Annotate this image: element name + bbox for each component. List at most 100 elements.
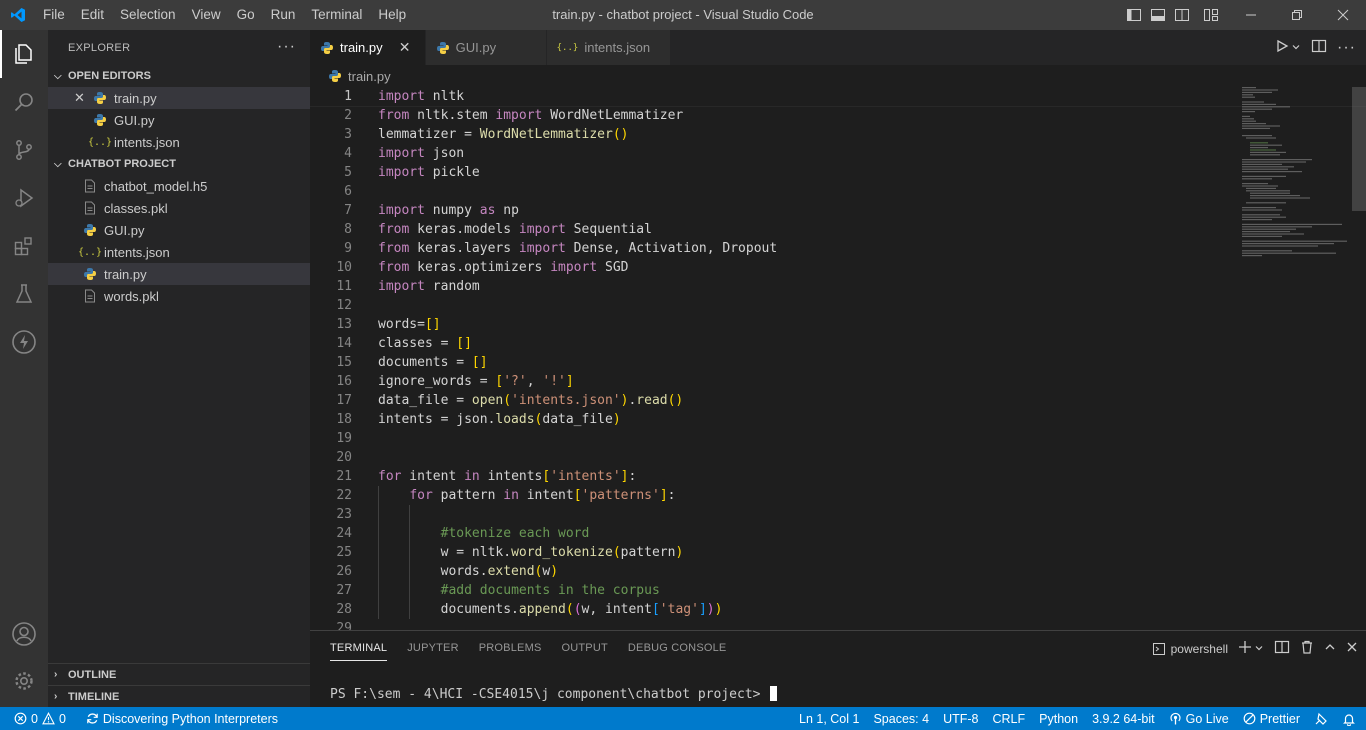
minimap[interactable] bbox=[1242, 87, 1352, 287]
file-item-intents[interactable]: {..} intents.json bbox=[48, 241, 310, 263]
chevron-down-icon[interactable] bbox=[1291, 40, 1301, 55]
code-editor[interactable]: 1 import nltk 2 from nltk.stem import Word… bbox=[310, 87, 1366, 630]
file-item-classes[interactable]: classes.pkl bbox=[48, 197, 310, 219]
file-name: words.pkl bbox=[104, 288, 159, 304]
explorer-icon[interactable] bbox=[0, 30, 48, 78]
tab-terminal[interactable]: TERMINAL bbox=[320, 631, 397, 666]
menu-run[interactable]: Run bbox=[263, 0, 304, 30]
file-item-train[interactable]: train.py bbox=[48, 263, 310, 285]
code-line: 28 documents.append((w, intent['tag'])) bbox=[310, 600, 1366, 619]
file-name: intents.json bbox=[114, 134, 180, 150]
line-number: 27 bbox=[336, 583, 352, 598]
search-icon[interactable] bbox=[0, 78, 48, 126]
line-number: 3 bbox=[344, 127, 352, 142]
notifications-icon[interactable] bbox=[1335, 712, 1366, 726]
tab-jupyter[interactable]: JUPYTER bbox=[397, 631, 469, 666]
terminal-prompt[interactable]: PS F:\sem - 4\HCI -CSE4015\j component\c… bbox=[330, 686, 778, 702]
editor-scrollbar[interactable] bbox=[1352, 87, 1366, 211]
split-editor-icon[interactable] bbox=[1311, 38, 1327, 57]
go-live-button[interactable]: Go Live bbox=[1162, 712, 1236, 726]
project-title: CHATBOT PROJECT bbox=[68, 158, 176, 170]
code-line: 10 from keras.optimizers import SGD bbox=[310, 258, 1366, 277]
code-line: 5 import pickle bbox=[310, 163, 1366, 182]
close-window-icon[interactable] bbox=[1320, 0, 1366, 30]
file-item-chatbot-model[interactable]: chatbot_model.h5 bbox=[48, 175, 310, 197]
menu-selection[interactable]: Selection bbox=[112, 0, 184, 30]
menu-edit[interactable]: Edit bbox=[73, 0, 112, 30]
code-line: 17 data_file = open('intents.json').read(… bbox=[310, 391, 1366, 410]
code-line: 3 lemmatizer = WordNetLemmatizer() bbox=[310, 125, 1366, 144]
open-editor-item-gui[interactable]: GUI.py bbox=[48, 109, 310, 131]
toggle-sidebar-icon[interactable] bbox=[1122, 0, 1146, 30]
menu-file[interactable]: File bbox=[35, 0, 73, 30]
file-item-gui[interactable]: GUI.py bbox=[48, 219, 310, 241]
testing-icon[interactable] bbox=[0, 270, 48, 318]
account-icon[interactable] bbox=[0, 610, 48, 658]
toggle-panel-icon[interactable] bbox=[1146, 0, 1170, 30]
run-debug-icon[interactable] bbox=[0, 174, 48, 222]
breadcrumb-file[interactable]: train.py bbox=[348, 69, 391, 84]
chevron-right-icon: › bbox=[54, 691, 58, 702]
prompt-text: PS F:\sem - 4\HCI -CSE4015\j component\c… bbox=[330, 687, 769, 702]
tab-train[interactable]: train.py ✕ bbox=[310, 30, 426, 65]
cursor-position[interactable]: Ln 1, Col 1 bbox=[792, 712, 866, 726]
toggle-secondary-sidebar-icon[interactable] bbox=[1170, 0, 1194, 30]
restore-icon[interactable] bbox=[1274, 0, 1320, 30]
timeline-header[interactable]: › TIMELINE bbox=[48, 685, 310, 707]
file-name: intents.json bbox=[104, 244, 170, 260]
close-tab-icon[interactable]: ✕ bbox=[397, 39, 413, 56]
customize-layout-icon[interactable] bbox=[1194, 0, 1228, 30]
tab-label: GUI.py bbox=[455, 40, 497, 55]
indentation[interactable]: Spaces: 4 bbox=[866, 712, 936, 726]
tab-gui[interactable]: GUI.py bbox=[425, 30, 547, 65]
chevron-right-icon: › bbox=[54, 669, 58, 680]
code-line: 16 ignore_words = ['?', '!'] bbox=[310, 372, 1366, 391]
python-interpreter[interactable]: 3.9.2 64-bit bbox=[1085, 712, 1162, 726]
open-editor-item-intents[interactable]: {..} intents.json bbox=[48, 131, 310, 153]
code-line: 18 intents = json.loads(data_file) bbox=[310, 410, 1366, 429]
menu-go[interactable]: Go bbox=[229, 0, 263, 30]
split-terminal-icon[interactable] bbox=[1274, 639, 1290, 658]
feedback-icon[interactable] bbox=[1307, 712, 1335, 726]
language-mode[interactable]: Python bbox=[1032, 712, 1085, 726]
tab-output[interactable]: OUTPUT bbox=[551, 631, 617, 666]
line-number: 13 bbox=[336, 317, 352, 332]
activity-bar bbox=[0, 30, 48, 707]
encoding[interactable]: UTF-8 bbox=[936, 712, 985, 726]
lightning-icon[interactable] bbox=[0, 318, 48, 366]
trash-icon[interactable] bbox=[1300, 640, 1314, 657]
end-of-line[interactable]: CRLF bbox=[985, 712, 1032, 726]
problems-status[interactable]: 0 0 bbox=[0, 712, 73, 726]
editor-tabs: train.py ✕ GUI.py {..} intents.json ··· bbox=[310, 30, 1366, 65]
menu-view[interactable]: View bbox=[184, 0, 229, 30]
chevron-down-icon[interactable] bbox=[1254, 641, 1264, 656]
more-actions-icon[interactable]: ··· bbox=[277, 38, 296, 56]
prettier-status[interactable]: Prettier bbox=[1236, 712, 1307, 726]
json-icon: {..} bbox=[77, 246, 103, 258]
open-editor-item-train[interactable]: ✕ train.py bbox=[48, 87, 310, 109]
shell-selector[interactable]: powershell bbox=[1152, 642, 1228, 656]
close-panel-icon[interactable] bbox=[1346, 641, 1358, 656]
more-actions-icon[interactable]: ··· bbox=[1337, 39, 1356, 57]
run-file-icon[interactable] bbox=[1275, 39, 1289, 56]
interpreter-task-status[interactable]: Discovering Python Interpreters bbox=[79, 712, 285, 726]
sidebar-title: EXPLORER bbox=[68, 41, 131, 54]
line-number: 5 bbox=[344, 165, 352, 180]
settings-gear-icon[interactable] bbox=[0, 657, 48, 705]
tab-intents[interactable]: {..} intents.json bbox=[546, 30, 671, 65]
extensions-icon[interactable] bbox=[0, 222, 48, 270]
close-icon[interactable]: ✕ bbox=[74, 90, 88, 106]
open-editors-header[interactable]: ⌵ OPEN EDITORS bbox=[48, 65, 310, 87]
tab-debug-console[interactable]: DEBUG CONSOLE bbox=[618, 631, 737, 666]
task-text: Discovering Python Interpreters bbox=[102, 711, 278, 726]
project-header[interactable]: ⌵ CHATBOT PROJECT bbox=[48, 153, 310, 175]
source-control-icon[interactable] bbox=[0, 126, 48, 174]
minimize-icon[interactable] bbox=[1228, 0, 1274, 30]
menu-help[interactable]: Help bbox=[370, 0, 414, 30]
tab-problems[interactable]: PROBLEMS bbox=[469, 631, 552, 666]
new-terminal-icon[interactable] bbox=[1238, 640, 1252, 657]
menu-terminal[interactable]: Terminal bbox=[303, 0, 370, 30]
file-item-words[interactable]: words.pkl bbox=[48, 285, 310, 307]
outline-header[interactable]: › OUTLINE bbox=[48, 663, 310, 685]
maximize-panel-icon[interactable] bbox=[1324, 641, 1336, 656]
